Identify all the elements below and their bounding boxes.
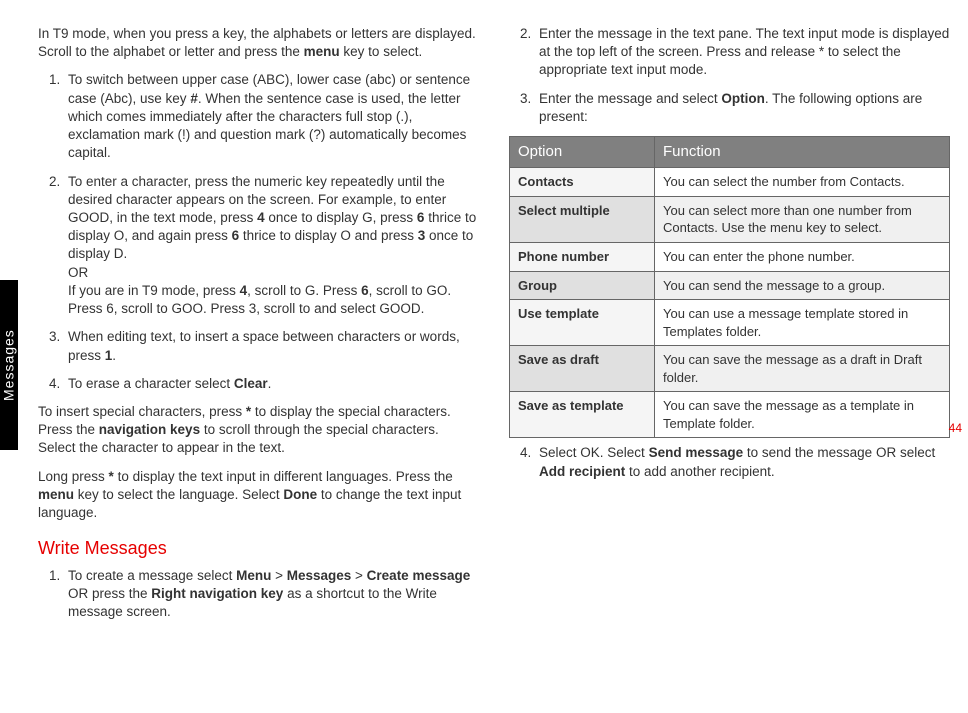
text: Enter the message in the text pane. The … [539,26,949,77]
bold-create-message: Create message [367,568,471,583]
opt-val: You can save the message as a template i… [655,392,950,438]
text: once to display G, press [265,210,417,225]
opt-val: You can send the message to a group. [655,271,950,300]
side-tab-label: Messages [0,329,18,401]
list-item: Enter the message in the text pane. The … [535,25,950,80]
bold-send-message: Send message [649,445,744,460]
bold-right-nav-key: Right navigation key [151,586,283,601]
opt-val: You can enter the phone number. [655,242,950,271]
bold-add-recipient: Add recipient [539,464,625,479]
bold-key: 4 [240,283,248,298]
th-option: Option [510,137,655,168]
opt-key: Contacts [510,168,655,197]
list-item: Enter the message and select Option. The… [535,90,950,126]
text: key to select. [340,44,423,59]
special-chars-paragraph: To insert special characters, press * to… [38,403,479,458]
content-columns: In T9 mode, when you press a key, the al… [0,0,968,656]
opt-key: Select multiple [510,196,655,242]
bold-key: 6 [361,283,369,298]
intro-paragraph: In T9 mode, when you press a key, the al… [38,25,479,61]
list-item: When editing text, to insert a space bet… [64,328,479,364]
text: If you are in T9 mode, press [68,283,240,298]
side-tab: Messages [0,280,18,450]
text: Select OK. Select [539,445,649,460]
text: thrice to display O and press [239,228,418,243]
bold-menu: Menu [236,568,271,583]
bold-done: Done [283,487,317,502]
numbered-list-write: To create a message select Menu > Messag… [38,567,479,622]
list-item: To create a message select Menu > Messag… [64,567,479,622]
bold-menu: menu [304,44,340,59]
table-row: ContactsYou can select the number from C… [510,168,950,197]
languages-paragraph: Long press * to display the text input i… [38,468,479,523]
write-messages-heading: Write Messages [38,536,479,560]
text: To create a message select [68,568,236,583]
bold-clear: Clear [234,376,268,391]
table-row: Use templateYou can use a message templa… [510,300,950,346]
options-table: Option Function ContactsYou can select t… [509,136,950,438]
text: To insert special characters, press [38,404,246,419]
text: to send the message OR select [743,445,935,460]
text: , scroll to G. Press [247,283,361,298]
text: > [351,568,366,583]
list-item: Select OK. Select Send message to send t… [535,444,950,480]
text: Long press [38,469,109,484]
opt-val: You can use a message template stored in… [655,300,950,346]
page-number: 44 [949,420,962,436]
text: To erase a character select [68,376,234,391]
opt-val: You can select the number from Contacts. [655,168,950,197]
bold-menu: menu [38,487,74,502]
text: When editing text, to insert a space bet… [68,329,460,362]
list-item: To erase a character select Clear. [64,375,479,393]
text: . [112,348,116,363]
text: to add another recipient. [625,464,774,479]
th-function: Function [655,137,950,168]
bold-messages: Messages [287,568,352,583]
list-item: To enter a character, press the numeric … [64,173,479,319]
bold-key: 6 [232,228,240,243]
numbered-list-write-cont: Enter the message in the text pane. The … [509,25,950,126]
opt-key: Save as draft [510,346,655,392]
table-row: Phone numberYou can enter the phone numb… [510,242,950,271]
text: key to select the language. Select [74,487,283,502]
text: OR press the [68,586,151,601]
text: > [271,568,286,583]
numbered-list-write-cont2: Select OK. Select Send message to send t… [509,444,950,480]
right-column: Enter the message in the text pane. The … [509,25,950,631]
bold-nav-keys: navigation keys [99,422,200,437]
opt-key: Use template [510,300,655,346]
numbered-list-text-entry: To switch between upper case (ABC), lowe… [38,71,479,393]
text: Enter the message and select [539,91,721,106]
table-row: Save as templateYou can save the message… [510,392,950,438]
table-row: GroupYou can send the message to a group… [510,271,950,300]
list-item: To switch between upper case (ABC), lowe… [64,71,479,162]
opt-key: Phone number [510,242,655,271]
text: . [268,376,272,391]
left-column: In T9 mode, when you press a key, the al… [38,25,479,631]
opt-val: You can save the message as a draft in D… [655,346,950,392]
opt-key: Group [510,271,655,300]
text: to display the text input in different l… [114,469,453,484]
bold-key: 4 [257,210,265,225]
opt-key: Save as template [510,392,655,438]
opt-val: You can select more than one number from… [655,196,950,242]
text-or: OR [68,265,88,280]
table-row: Save as draftYou can save the message as… [510,346,950,392]
bold-key: # [190,91,198,106]
bold-option: Option [721,91,765,106]
table-row: Select multipleYou can select more than … [510,196,950,242]
